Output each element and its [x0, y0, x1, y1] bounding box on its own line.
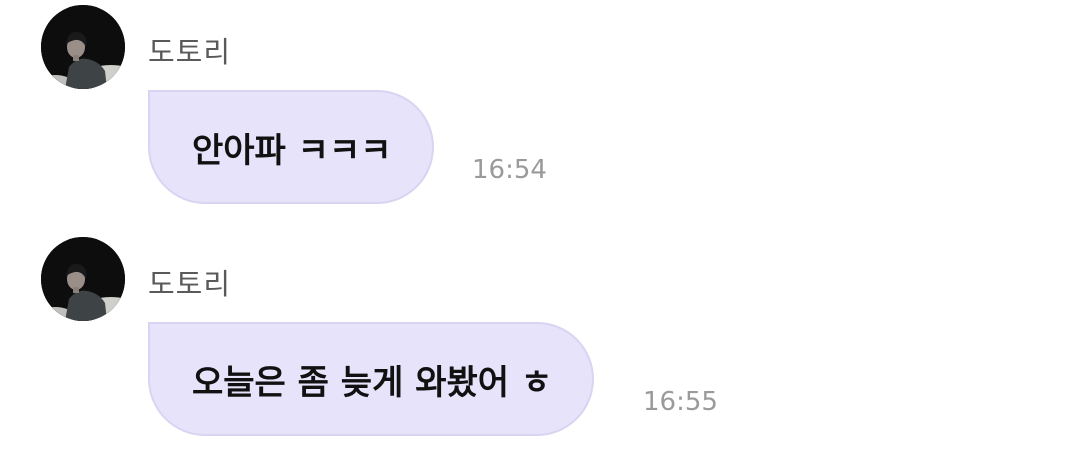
message-text: 오늘은 좀 늦게 와봤어 ㅎ: [192, 362, 553, 403]
chat-view: 도토리 안아파 ㅋㅋㅋ 16:54 도토리 오늘은 좀 늦게 와봤어 ㅎ 16:…: [0, 0, 1080, 451]
profile-photo-icon: [41, 237, 125, 321]
message-bubble[interactable]: 오늘은 좀 늦게 와봤어 ㅎ: [148, 322, 595, 436]
message-text: 안아파 ㅋㅋㅋ: [192, 130, 392, 171]
message-bubble[interactable]: 안아파 ㅋㅋㅋ: [148, 90, 434, 204]
avatar[interactable]: [41, 5, 125, 89]
message-timestamp: 16:55: [643, 387, 718, 417]
sender-name: 도토리: [148, 35, 232, 69]
message-timestamp: 16:54: [472, 155, 547, 185]
sender-name: 도토리: [148, 267, 232, 301]
avatar[interactable]: [41, 237, 125, 321]
profile-photo-icon: [41, 5, 125, 89]
